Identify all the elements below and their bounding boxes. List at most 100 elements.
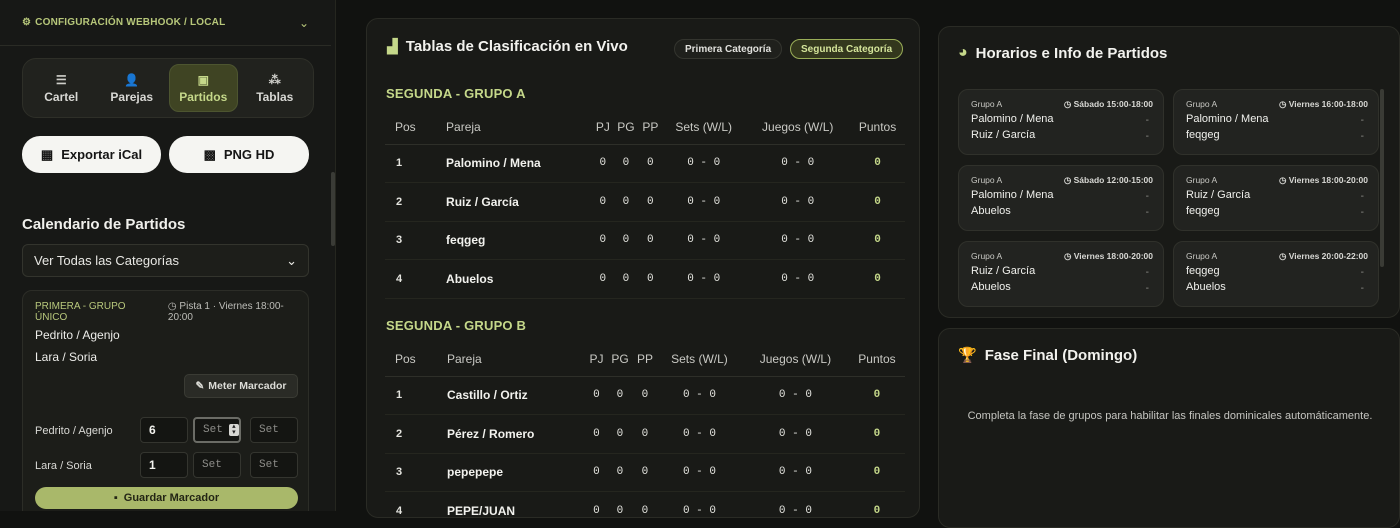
nav-item-tablas[interactable]: ⁂ Tablas: [242, 64, 309, 112]
schedule-card[interactable]: Grupo A ◷ Viernes 20:00-22:00 feqgeg - A…: [1173, 241, 1379, 307]
schedule-card[interactable]: Grupo A ◷ Sábado 12:00-15:00 Palomino / …: [958, 165, 1164, 231]
schedule-scrollbar[interactable]: [1380, 89, 1384, 267]
card-time: Viernes 16:00-18:00: [1288, 99, 1368, 109]
spinner-icon[interactable]: ▴ ▾: [228, 424, 239, 437]
juegos-cell: 0 - 0: [741, 414, 849, 454]
pos-cell: 1: [385, 144, 431, 183]
col-pp: PP: [632, 343, 657, 377]
card-team-a: Palomino / Mena: [971, 113, 1054, 125]
juegos-cell: 0 - 0: [741, 376, 849, 415]
score-input-a-set1[interactable]: 6: [140, 417, 188, 443]
chevron-down-icon: ⌄: [286, 252, 297, 268]
sets-cell: 0 - 0: [662, 259, 746, 299]
pp-cell: 0: [632, 453, 657, 492]
table-row: 4 Abuelos 0 0 0 0 - 00 - 00: [385, 259, 905, 299]
score-input-b-set2[interactable]: Set: [193, 452, 241, 478]
schedule-card[interactable]: Grupo A ◷ Viernes 18:00-20:00 Ruiz / Gar…: [958, 241, 1164, 307]
pos-cell: 3: [385, 221, 431, 260]
meter-label: Meter Marcador: [208, 380, 287, 392]
schedule-panel: ◕ Horarios e Info de Partidos Grupo A ◷ …: [938, 26, 1400, 318]
card-team-b: Abuelos: [1186, 281, 1226, 293]
card-team-b: Abuelos: [971, 205, 1011, 217]
team-cell: Palomino / Mena: [430, 144, 593, 183]
pg-cell: 0: [606, 491, 633, 517]
juegos-cell: 0 - 0: [741, 491, 849, 517]
card-score-a: -: [1145, 115, 1149, 126]
col-juegos: Juegos (W/L): [741, 343, 849, 377]
col-pareja: Pareja: [430, 111, 593, 145]
card-group: Grupo A: [971, 99, 1003, 109]
webhook-config-header[interactable]: ⚙ CONFIGURACIÓN WEBHOOK / LOCAL ⌄: [0, 0, 331, 46]
card-time: Sábado 15:00-18:00: [1073, 99, 1153, 109]
pp-cell: 0: [638, 221, 663, 260]
save-icon: ▪: [113, 492, 118, 504]
card-group: Grupo A: [1186, 99, 1218, 109]
sets-cell: 0 - 0: [662, 144, 746, 183]
category-select[interactable]: Ver Todas las Categorías ⌄: [22, 244, 309, 277]
card-team-a: Palomino / Mena: [971, 189, 1054, 201]
score-input-a-set2[interactable]: Set ▴ ▾: [193, 417, 241, 443]
image-icon: ▩: [203, 146, 216, 162]
schedule-title: Horarios e Info de Partidos: [975, 44, 1168, 62]
calendar-title: Calendario de Partidos: [22, 216, 186, 233]
card-team-a: Palomino / Mena: [1186, 113, 1269, 125]
clock-icon: ◷: [1063, 251, 1072, 261]
card-time: Viernes 18:00-20:00: [1073, 251, 1153, 261]
juegos-cell: 0 - 0: [745, 259, 851, 299]
png-hd-button[interactable]: ▩ PNG HD: [169, 136, 309, 173]
score-label-b: Lara / Soria: [35, 460, 92, 472]
card-score-a: -: [1360, 191, 1364, 202]
juegos-cell: 0 - 0: [741, 453, 849, 492]
nav-item-partidos[interactable]: ▣ Partidos: [169, 64, 238, 112]
score-input-a-set3[interactable]: Set: [250, 417, 298, 443]
guardar-marcador-button[interactable]: ▪ Guardar Marcador: [35, 487, 298, 509]
nav-item-parejas[interactable]: 👤 Parejas: [99, 64, 166, 112]
schedule-card[interactable]: Grupo A ◷ Viernes 18:00-20:00 Ruiz / Gar…: [1173, 165, 1379, 231]
col-juegos: Juegos (W/L): [745, 111, 851, 145]
meter-marcador-button[interactable]: ✎ Meter Marcador: [184, 374, 298, 398]
sidebar: ⚙ CONFIGURACIÓN WEBHOOK / LOCAL ⌄ ☰ Cartel…: [0, 0, 336, 511]
pg-cell: 0: [613, 259, 639, 299]
puntos-cell: 0: [850, 259, 905, 299]
export-ical-button[interactable]: ▦ Exportar iCal: [22, 136, 161, 173]
chevron-down-icon[interactable]: ⌄: [299, 16, 309, 30]
card-score-a: -: [1145, 191, 1149, 202]
tab-segunda-categoria[interactable]: Segunda Categoría: [790, 39, 904, 59]
clock-icon: ◕: [958, 44, 968, 61]
puntos-cell: 0: [848, 414, 905, 454]
card-group: Grupo A: [1186, 175, 1218, 185]
sidebar-nav: ☰ Cartel 👤 Parejas ▣ Partidos ⁂ Tablas: [22, 58, 314, 118]
card-group: Grupo A: [971, 175, 1003, 185]
team-cell: PEPE/JUAN: [431, 491, 586, 517]
table-row: 3 feqgeg 0 0 0 0 - 00 - 00: [385, 221, 905, 260]
score-input-b-set1[interactable]: 1: [140, 452, 188, 478]
table-row: 4 PEPE/JUAN 0 0 0 0 - 00 - 00: [385, 491, 905, 517]
pos-cell: 4: [385, 491, 431, 517]
puntos-cell: 0: [848, 376, 905, 415]
nav-item-cartel[interactable]: ☰ Cartel: [28, 64, 95, 112]
card-team-b: Ruiz / García: [971, 129, 1036, 141]
schedule-card[interactable]: Grupo A ◷ Sábado 15:00-18:00 Palomino / …: [958, 89, 1164, 155]
save-label: Guardar Marcador: [123, 492, 220, 504]
group-title: SEGUNDA - GRUPO A: [386, 86, 526, 101]
col-pg: PG: [613, 111, 639, 145]
card-team-b: Abuelos: [971, 281, 1011, 293]
schedule-card[interactable]: Grupo A ◷ Viernes 16:00-18:00 Palomino /…: [1173, 89, 1379, 155]
col-pos: Pos: [385, 343, 431, 377]
card-team-a: Ruiz / García: [1186, 189, 1251, 201]
tab-primera-categoria[interactable]: Primera Categoría: [674, 39, 783, 59]
pg-cell: 0: [613, 221, 639, 260]
pos-cell: 4: [385, 259, 431, 299]
team-cell: Abuelos: [430, 259, 593, 299]
puntos-cell: 0: [850, 144, 905, 183]
sidebar-scrollbar[interactable]: [331, 172, 335, 246]
pos-cell: 3: [385, 453, 431, 492]
pj-cell: 0: [592, 144, 614, 183]
user-plus-icon: 👤: [124, 72, 140, 87]
table-row: 2 Ruiz / García 0 0 0 0 - 00 - 00: [385, 182, 905, 222]
card-score-b: -: [1145, 207, 1149, 218]
score-input-b-set3[interactable]: Set: [250, 452, 298, 478]
nav-label: Cartel: [44, 89, 79, 104]
sliders-icon: ☰: [55, 72, 67, 87]
pg-cell: 0: [606, 414, 633, 454]
